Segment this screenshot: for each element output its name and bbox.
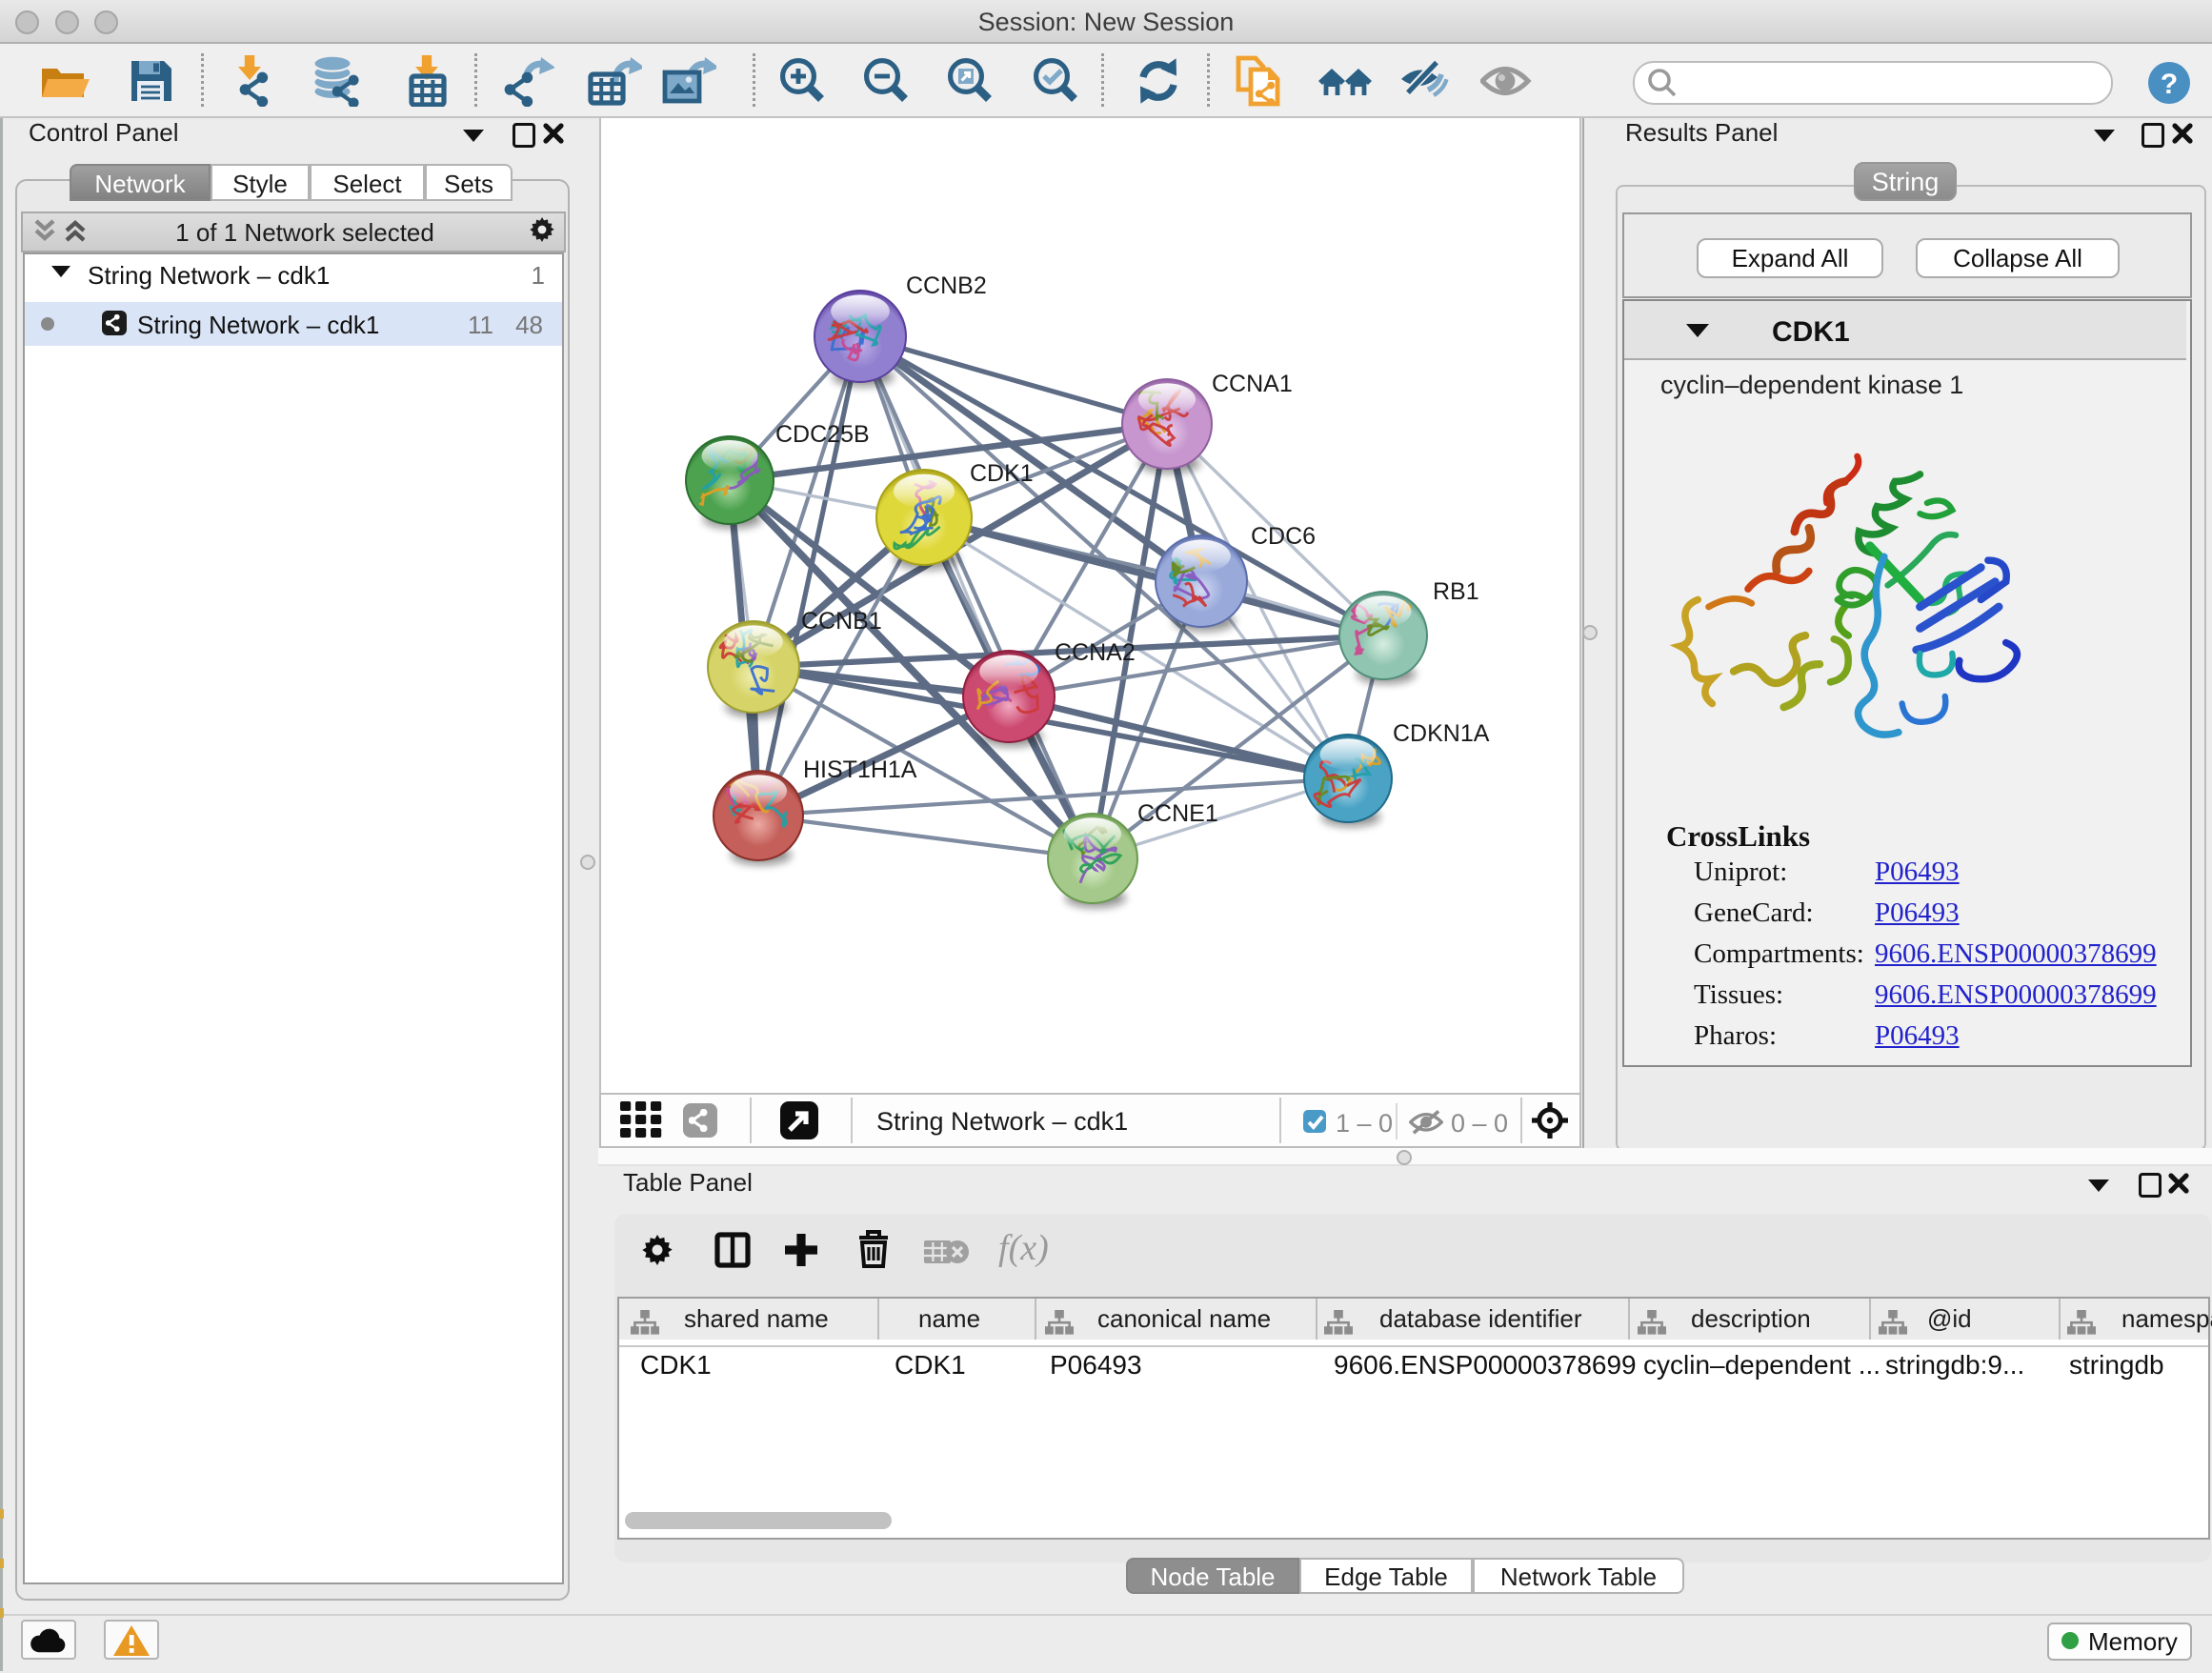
svg-text:?: ?: [2161, 69, 2178, 100]
svg-text:HIST1H1A: HIST1H1A: [803, 756, 917, 783]
svg-text:RB1: RB1: [1433, 578, 1479, 605]
svg-text:CCNE1: CCNE1: [1137, 800, 1218, 827]
svg-text:CCNA2: CCNA2: [1055, 639, 1136, 666]
svg-text:CDC25B: CDC25B: [775, 421, 870, 448]
svg-text:CDKN1A: CDKN1A: [1393, 720, 1490, 747]
svg-text:CCNA1: CCNA1: [1212, 371, 1293, 397]
svg-text:CDC6: CDC6: [1251, 523, 1316, 550]
svg-text:CCNB2: CCNB2: [906, 272, 987, 299]
svg-text:CCNB1: CCNB1: [801, 608, 882, 635]
svg-text:CDK1: CDK1: [970, 460, 1034, 487]
